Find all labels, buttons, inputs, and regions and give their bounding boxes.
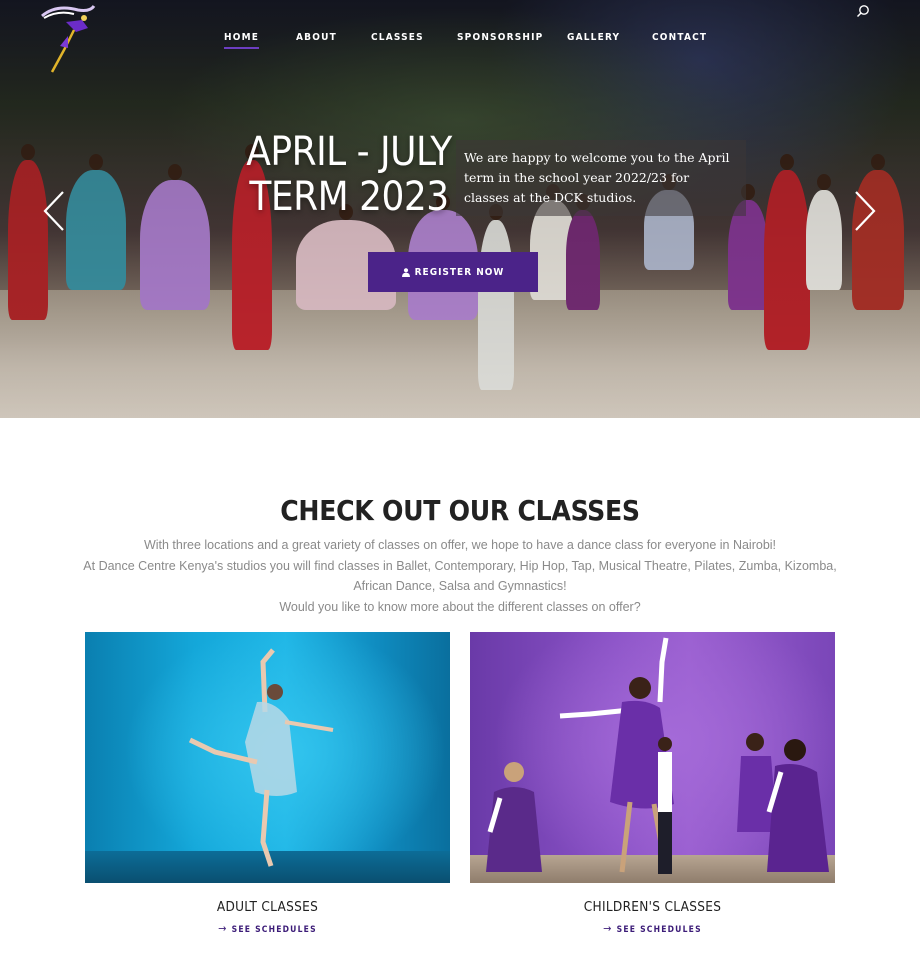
childrens-see-schedules-link[interactable]: → SEE SCHEDULES (470, 922, 835, 935)
dancer-figure (658, 737, 672, 874)
section-title: CHECK OUT OUR CLASSES (0, 494, 920, 527)
adult-classes-image[interactable] (85, 632, 450, 883)
childrens-classes-title: CHILDREN'S CLASSES (583, 899, 722, 915)
description-line: With three locations and a great variety… (143, 538, 777, 552)
dancer-figure (737, 733, 829, 872)
nav-item-gallery[interactable]: GALLERY (567, 32, 620, 43)
section-description: With three locations and a great variety… (60, 535, 860, 617)
hero-title-line1: APRIL - JULY (246, 129, 452, 175)
hero-slider: HOME ABOUT CLASSES SPONSORSHIP GALLERY C… (0, 0, 920, 418)
arrow-right-icon: → (218, 922, 228, 935)
register-now-label: REGISTER NOW (414, 266, 505, 278)
section-title-bold: CLASSES (517, 494, 640, 527)
see-schedules-label: SEE SCHEDULES (231, 925, 317, 935)
adult-classes-title: ADULT CLASSES (216, 899, 319, 915)
hero-title: APRIL - JULY TERM 2023 (238, 130, 460, 220)
arrow-right-icon: → (603, 922, 613, 935)
adult-see-schedules-link[interactable]: → SEE SCHEDULES (85, 922, 450, 935)
see-schedules-label: SEE SCHEDULES (616, 925, 702, 935)
description-line: At Dance Centre Kenya's studios you will… (83, 558, 837, 573)
dancer-figure (188, 648, 334, 867)
nav-item-home[interactable]: HOME (224, 32, 260, 49)
chevron-left-icon[interactable] (42, 190, 66, 232)
nav-item-classes[interactable]: CLASSES (371, 32, 424, 43)
nav-item-contact[interactable]: CONTACT (652, 32, 707, 43)
dancer-figure (486, 762, 542, 872)
description-line: African Dance, Salsa and Gymnastics! (353, 579, 567, 593)
nav-item-about[interactable]: ABOUT (296, 32, 337, 43)
hero-description: We are happy to welcome you to the April… (456, 140, 746, 216)
section-title-light: CHECK OUT OUR (280, 494, 518, 527)
main-nav: HOME ABOUT CLASSES SPONSORSHIP GALLERY C… (0, 32, 920, 52)
search-icon[interactable] (856, 4, 870, 18)
nav-item-sponsorship[interactable]: SPONSORSHIP (457, 32, 543, 43)
register-now-button[interactable]: REGISTER NOW (368, 252, 538, 292)
chevron-right-icon[interactable] (853, 190, 877, 232)
childrens-classes-image[interactable] (470, 632, 835, 883)
hero-title-line2: TERM 2023 (249, 174, 449, 220)
user-icon (401, 267, 410, 277)
description-line: Would you like to know more about the di… (279, 599, 641, 614)
